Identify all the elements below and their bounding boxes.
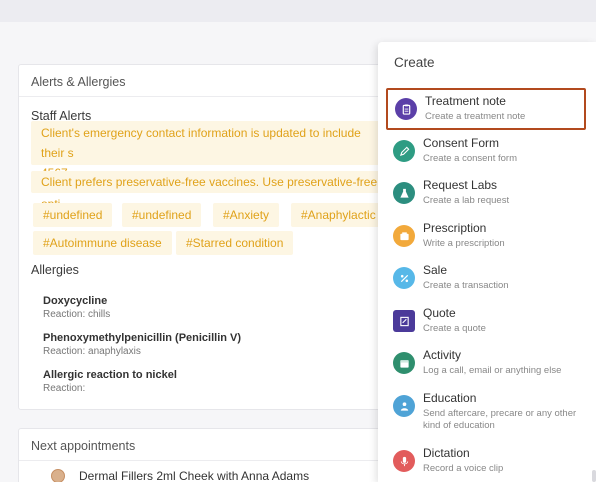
allergy-reaction: Reaction: <box>43 383 86 394</box>
flask-icon <box>393 182 415 204</box>
menu-item-sale[interactable]: Sale Create a transaction <box>386 259 586 301</box>
allergy-item: Doxycycline Reaction: chills <box>43 295 110 320</box>
menu-item-description: Create a consent form <box>423 153 517 164</box>
allergy-reaction: Reaction: chills <box>43 309 111 320</box>
condition-tag[interactable]: #Starred condition <box>176 231 294 255</box>
person-icon <box>393 395 415 417</box>
menu-item-description: Create a transaction <box>423 280 509 291</box>
avatar <box>51 469 65 482</box>
menu-item-dictation[interactable]: Dictation Record a voice clip <box>386 442 586 482</box>
microphone-icon <box>393 450 415 472</box>
menu-item-description: Record a voice clip <box>423 463 504 474</box>
condition-tag[interactable]: #undefined <box>33 203 113 227</box>
menu-item-quote[interactable]: Quote Create a quote <box>386 302 586 344</box>
menu-item-label: Quote <box>423 306 456 320</box>
next-appointments-card: Next appointments Dermal Fillers 2ml Che… <box>18 428 418 482</box>
allergy-item: Phenoxymethylpenicillin (Penicillin V) R… <box>43 332 241 357</box>
menu-item-label: Education <box>423 391 477 405</box>
menu-item-description-line: kind of education <box>423 420 495 431</box>
allergy-item: Allergic reaction to nickel Reaction: <box>43 369 177 394</box>
alert-text: Client's emergency contact information i… <box>41 126 361 160</box>
create-menu-title: Create <box>394 55 435 70</box>
create-menu: Create Treatment note Create a treatment… <box>378 42 596 482</box>
menu-item-request-labs[interactable]: Request Labs Create a lab request <box>386 174 586 216</box>
clipboard-icon <box>395 98 417 120</box>
menu-item-label: Prescription <box>423 221 487 235</box>
menu-item-label: Treatment note <box>425 94 506 108</box>
menu-item-treatment-note[interactable]: Treatment note Create a treatment note <box>386 88 586 130</box>
menu-item-description: Write a prescription <box>423 238 505 249</box>
condition-tag[interactable]: #undefined <box>122 203 202 227</box>
condition-tag[interactable]: #Anxiety <box>213 203 280 227</box>
next-appointments-title: Next appointments <box>19 429 417 461</box>
menu-item-description-line: Send aftercare, precare or any other <box>423 408 577 419</box>
prescription-icon <box>393 225 415 247</box>
menu-item-label: Activity <box>423 348 462 362</box>
quote-icon <box>393 310 415 332</box>
menu-item-consent-form[interactable]: Consent Form Create a consent form <box>386 132 586 174</box>
menu-item-activity[interactable]: Activity Log a call, email or anything e… <box>386 344 586 386</box>
allergy-name: Doxycycline <box>43 295 108 307</box>
menu-item-label: Dictation <box>423 446 470 460</box>
condition-tag[interactable]: #Autoimmune disease <box>33 231 172 255</box>
menu-item-description: Log a call, email or anything else <box>423 365 562 376</box>
allergy-reaction: Reaction: anaphylaxis <box>43 346 141 357</box>
menu-item-education[interactable]: Education Send aftercare, precare or any… <box>386 387 586 439</box>
menu-scrollbar[interactable] <box>592 470 596 482</box>
appointment-title: Dermal Fillers 2ml Cheek with Anna Adams <box>79 469 310 482</box>
alerts-card-title: Alerts & Allergies <box>19 65 417 97</box>
staff-alert: Client prefers preservative-free vaccine… <box>31 171 391 211</box>
allergies-label: Allergies <box>31 263 79 277</box>
condition-tag[interactable]: #Anaphylactic <box>291 203 386 227</box>
menu-item-description: Create a lab request <box>423 195 510 206</box>
menu-item-label: Consent Form <box>423 136 500 150</box>
menu-item-description: Send aftercare, precare or any other kin… <box>423 408 576 432</box>
menu-item-description: Create a treatment note <box>425 111 526 122</box>
menu-item-label: Sale <box>423 263 448 277</box>
percent-icon <box>393 267 415 289</box>
appointment-item[interactable]: Dermal Fillers 2ml Cheek with Anna Adams <box>51 469 309 482</box>
calendar-icon <box>393 352 415 374</box>
staff-alert: Client's emergency contact information i… <box>31 121 391 180</box>
menu-item-description: Create a quote <box>423 323 486 334</box>
menu-item-label: Request Labs <box>423 178 498 192</box>
allergy-name: Allergic reaction to nickel <box>43 369 177 381</box>
menu-item-prescription[interactable]: Prescription Write a prescription <box>386 217 586 259</box>
alerts-allergies-card: Alerts & Allergies Staff Alerts Client's… <box>18 64 418 410</box>
allergy-name: Phenoxymethylpenicillin (Penicillin V) <box>43 332 242 344</box>
pen-icon <box>393 140 415 162</box>
